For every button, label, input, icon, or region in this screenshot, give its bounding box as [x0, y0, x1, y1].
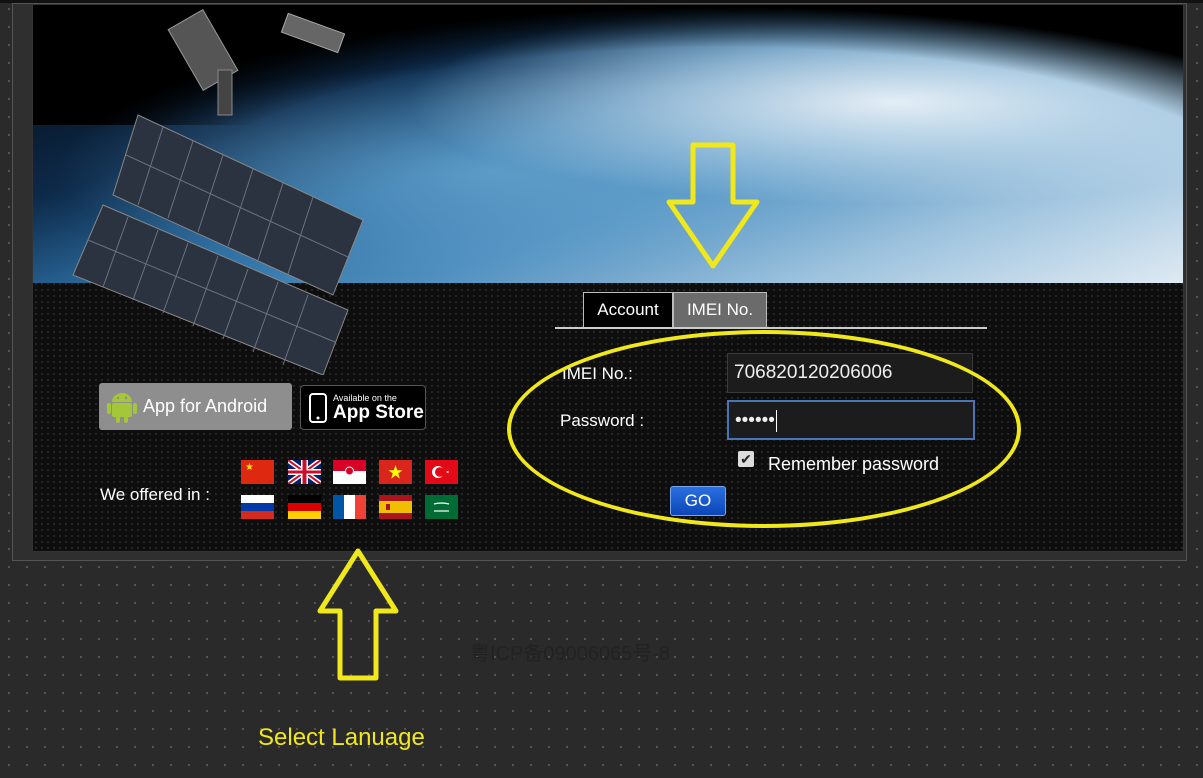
russia-flag[interactable] — [241, 495, 274, 519]
appstore-small-label: Available on the — [333, 392, 397, 403]
login-panel-inner: Account IMEI No. IMEI No.: 7068201202060… — [32, 4, 1184, 552]
android-icon — [107, 392, 137, 423]
select-language-annotation: Select Lanuage — [258, 724, 425, 751]
remember-label: Remember password — [768, 454, 940, 474]
satellite-image — [72, 9, 364, 375]
remember-checkbox[interactable]: ✔ — [738, 451, 754, 467]
tab-account[interactable]: Account — [583, 292, 673, 328]
phone-icon — [309, 392, 327, 423]
saudi-arabia-flag[interactable] — [425, 495, 458, 519]
france-flag[interactable] — [333, 495, 366, 519]
android-button-label: App for Android — [143, 396, 268, 416]
tab-underline — [555, 327, 987, 329]
go-button[interactable]: GO — [670, 486, 726, 516]
tab-imei[interactable]: IMEI No. — [673, 292, 767, 328]
appstore-button[interactable]: Available on the App Store — [300, 385, 426, 430]
portugal-flag[interactable] — [333, 460, 366, 484]
uk-flag[interactable] — [288, 460, 321, 484]
password-value: •••••• — [735, 410, 775, 431]
china-flag[interactable]: ★ — [241, 460, 274, 484]
down-arrow-annotation — [666, 142, 760, 269]
imei-input[interactable]: 706820120206006 — [727, 353, 973, 393]
android-app-button[interactable]: App for Android — [99, 383, 292, 430]
imei-label: IMEI No.: — [562, 364, 633, 383]
spain-flag[interactable] — [379, 495, 412, 519]
vietnam-flag[interactable] — [379, 460, 412, 484]
turkey-flag[interactable] — [425, 460, 458, 484]
germany-flag[interactable] — [288, 495, 321, 519]
password-label: Password : — [560, 411, 645, 430]
login-panel: Account IMEI No. IMEI No.: 7068201202060… — [12, 3, 1187, 561]
password-input[interactable]: •••••• — [727, 400, 975, 440]
languages-label: We offered in : — [100, 485, 210, 504]
appstore-big-label: App Store — [333, 401, 424, 423]
icp-license-text[interactable]: 粤ICP备09006065号-8 — [470, 637, 670, 666]
up-arrow-annotation — [317, 548, 399, 681]
text-cursor — [775, 409, 777, 432]
